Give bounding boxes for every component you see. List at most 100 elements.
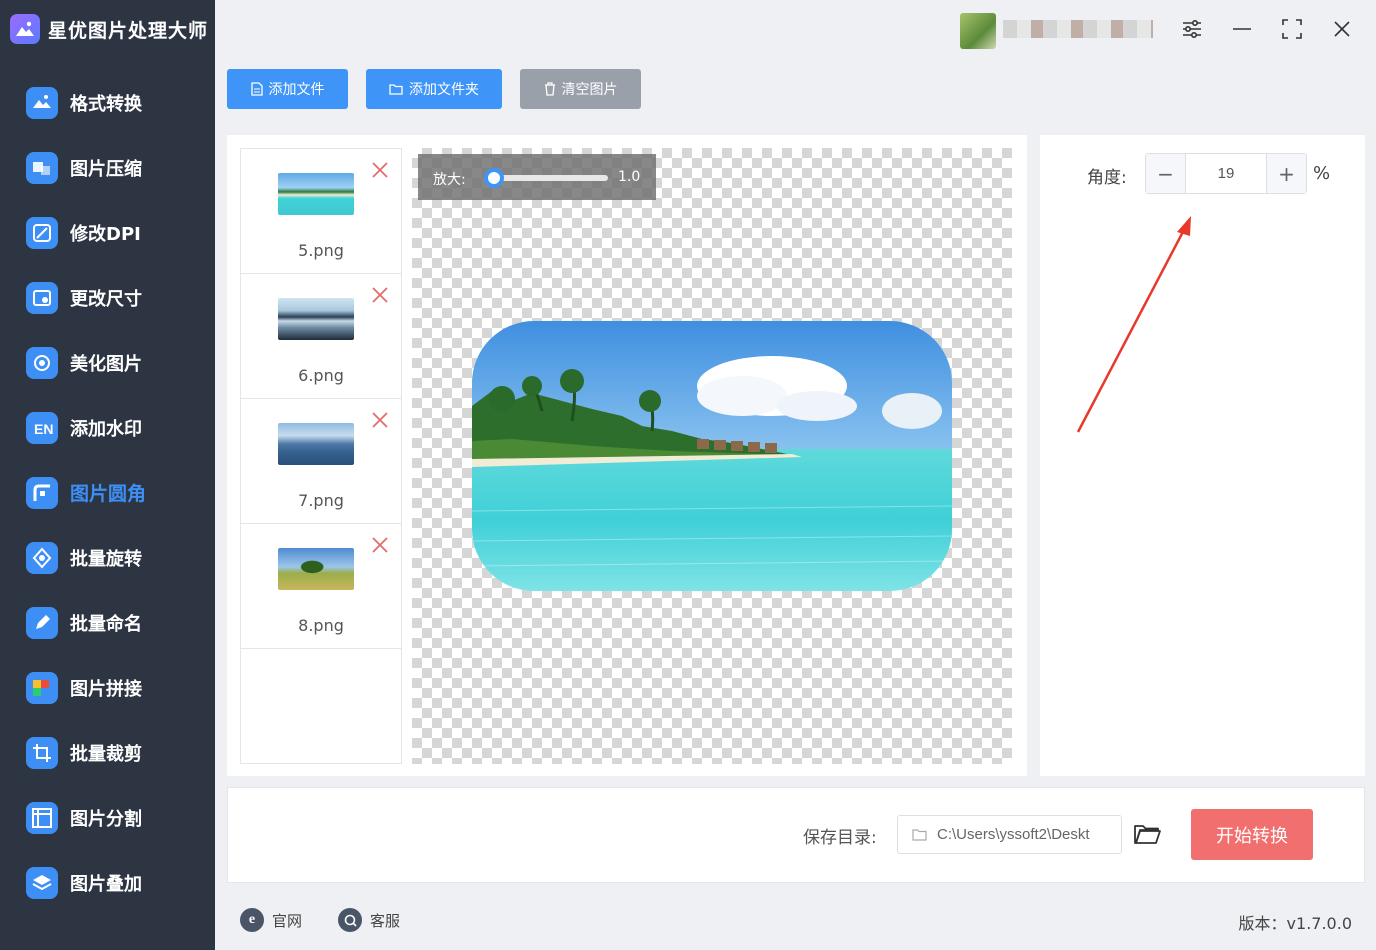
clear-images-button[interactable]: 清空图片 [520, 69, 641, 109]
sidebar-item-label: 格式转换 [70, 90, 142, 116]
save-path-field[interactable]: C:\Users\yssoft2\Deskt [897, 815, 1122, 854]
thumbnail [278, 298, 354, 340]
add-file-button[interactable]: 添加文件 [227, 69, 348, 109]
delete-icon[interactable] [371, 161, 389, 179]
close-icon [1331, 18, 1353, 40]
close-window-button[interactable] [1327, 14, 1357, 44]
fullscreen-icon [1281, 18, 1303, 40]
file-item[interactable]: 6.png [241, 274, 401, 399]
sidebar-item-compress[interactable]: 图片压缩 [0, 135, 215, 200]
image-convert-icon [26, 87, 58, 119]
sidebar-item-crop[interactable]: 批量裁剪 [0, 720, 215, 785]
support-label: 客服 [370, 910, 400, 931]
rename-icon [26, 607, 58, 639]
user-name-blurred [1003, 20, 1153, 38]
crop-icon [26, 737, 58, 769]
rotate-icon [26, 542, 58, 574]
version-text: 版本：v1.7.0.0 [1239, 910, 1352, 934]
angle-stepper: − + [1145, 153, 1307, 194]
settings-sliders-button[interactable] [1177, 14, 1207, 44]
sidebar-item-label: 图片拼接 [70, 675, 142, 701]
file-name: 8.png [241, 616, 401, 635]
sidebar-item-label: 美化图片 [70, 350, 142, 376]
sidebar-item-label: 图片压缩 [70, 155, 142, 181]
sidebar-item-layers[interactable]: 图片叠加 [0, 850, 215, 915]
sidebar-item-label: 批量裁剪 [70, 740, 142, 766]
top-bar [215, 0, 1376, 60]
sidebar-item-label: 添加水印 [70, 415, 142, 441]
thumbnail [278, 548, 354, 590]
sidebar-item-split[interactable]: 图片分割 [0, 785, 215, 850]
sidebar-item-resize[interactable]: 更改尺寸 [0, 265, 215, 330]
support-chat-icon [338, 908, 362, 932]
zoom-label: 放大: [433, 169, 466, 189]
thumbnail [278, 173, 354, 215]
maximize-button[interactable] [1277, 14, 1307, 44]
app-header: 星优图片处理大师 [0, 0, 215, 58]
angle-unit: % [1313, 163, 1330, 184]
avatar[interactable] [960, 13, 996, 49]
delete-icon[interactable] [371, 536, 389, 554]
split-icon [26, 802, 58, 834]
app-title: 星优图片处理大师 [48, 16, 208, 43]
puzzle-icon [26, 672, 58, 704]
add-folder-button[interactable]: 添加文件夹 [366, 69, 502, 109]
zoom-control: 放大: 1.0 [418, 154, 656, 200]
sidebar-item-dpi[interactable]: 修改DPI [0, 200, 215, 265]
sidebar-nav: 格式转换图片压缩修改DPI 更改尺寸美化图片 EN 添加水印图片圆角批量旋转批量命名图… [0, 70, 215, 915]
sidebar-item-watermark[interactable]: EN 添加水印 [0, 395, 215, 460]
sidebar-item-puzzle[interactable]: 图片拼接 [0, 655, 215, 720]
browse-folder-icon[interactable] [1133, 821, 1161, 847]
minimize-icon [1231, 18, 1253, 40]
sidebar-item-image-convert[interactable]: 格式转换 [0, 70, 215, 135]
increment-button[interactable]: + [1266, 154, 1306, 193]
add-file-label: 添加文件 [269, 79, 325, 99]
sidebar-item-label: 批量旋转 [70, 545, 142, 571]
save-path-text: C:\Users\yssoft2\Deskt [937, 826, 1090, 843]
delete-icon[interactable] [371, 286, 389, 304]
website-link[interactable]: e 官网 [240, 908, 302, 932]
file-name: 6.png [241, 366, 401, 385]
start-convert-button[interactable]: 开始转换 [1191, 809, 1313, 860]
sidebar-item-label: 图片分割 [70, 805, 142, 831]
zoom-track[interactable] [490, 175, 608, 181]
beautify-icon [26, 347, 58, 379]
folder-icon [389, 83, 403, 95]
delete-icon[interactable] [371, 411, 389, 429]
zoom-value: 1.0 [618, 169, 640, 185]
sidebar-item-label: 更改尺寸 [70, 285, 142, 311]
sidebar-item-rename[interactable]: 批量命名 [0, 590, 215, 655]
minimize-button[interactable] [1227, 14, 1257, 44]
round-corner-icon [26, 477, 58, 509]
angle-input[interactable] [1186, 154, 1266, 193]
file-list: 5.png 6.png 7.png 8.png [240, 148, 402, 764]
sliders-icon [1181, 18, 1203, 40]
sidebar-item-label: 批量命名 [70, 610, 142, 636]
support-link[interactable]: 客服 [338, 908, 400, 932]
sidebar: 星优图片处理大师 格式转换图片压缩修改DPI 更改尺寸美化图片 EN 添加水印图片圆角… [0, 0, 215, 950]
sidebar-item-beautify[interactable]: 美化图片 [0, 330, 215, 395]
file-item[interactable]: 5.png [241, 149, 401, 274]
compress-icon [26, 152, 58, 184]
dpi-icon [26, 217, 58, 249]
file-item[interactable]: 7.png [241, 399, 401, 524]
zoom-slider-handle[interactable] [484, 168, 504, 188]
sidebar-item-rotate[interactable]: 批量旋转 [0, 525, 215, 590]
decrement-button[interactable]: − [1146, 154, 1186, 193]
file-name: 5.png [241, 241, 401, 260]
folder-icon [912, 828, 927, 841]
save-dir-label: 保存目录: [803, 823, 877, 848]
file-item[interactable]: 8.png [241, 524, 401, 649]
app-logo-icon [10, 14, 40, 44]
sidebar-item-label: 图片叠加 [70, 870, 142, 896]
add-folder-label: 添加文件夹 [409, 79, 479, 99]
website-label: 官网 [272, 910, 302, 931]
trash-icon [544, 82, 556, 96]
resize-icon [26, 282, 58, 314]
beach-image [472, 321, 952, 591]
svg-text:EN: EN [34, 421, 53, 437]
sidebar-item-round-corner[interactable]: 图片圆角 [0, 460, 215, 525]
file-icon [251, 82, 263, 96]
sidebar-item-label: 修改DPI [70, 220, 141, 246]
clear-images-label: 清空图片 [562, 79, 618, 99]
